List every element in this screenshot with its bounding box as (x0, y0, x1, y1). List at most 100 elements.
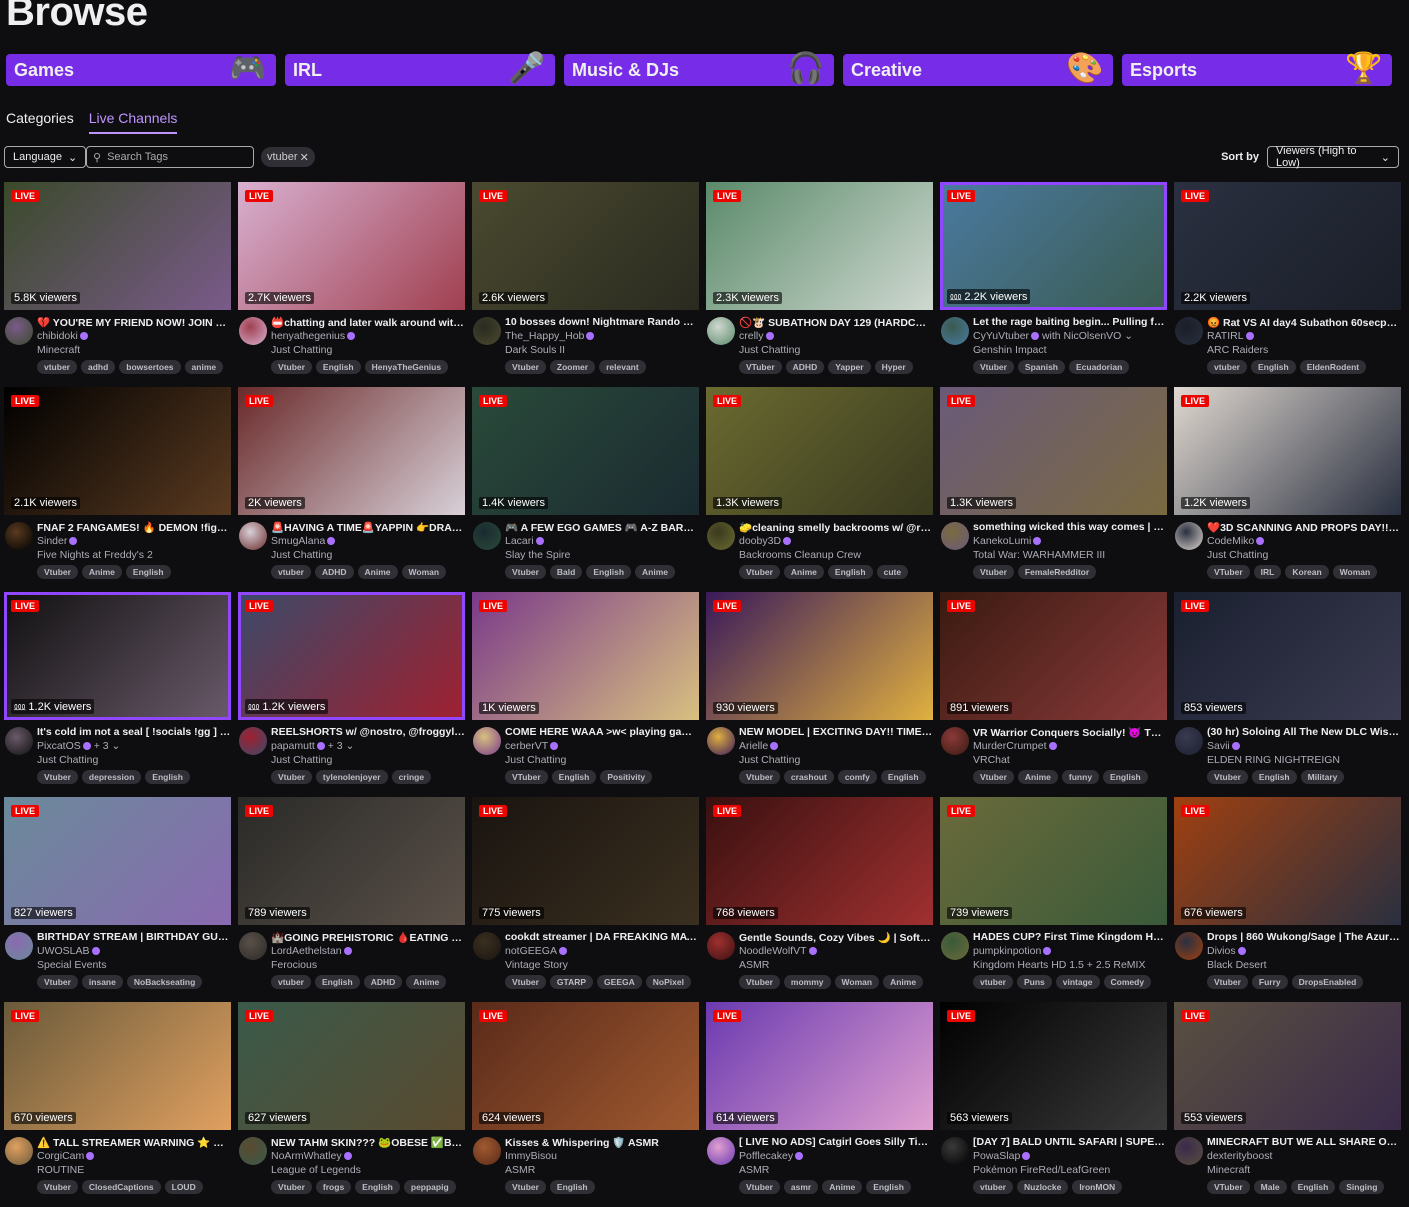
tag[interactable]: English (1250, 360, 1296, 374)
stream-title[interactable]: 💔 YOU'RE MY FRIEND NOW! JOIN US! ... (37, 316, 231, 329)
game-category[interactable]: Pokémon FireRed/LeafGreen (973, 1164, 1110, 1176)
search-tags-input[interactable]: ⚲ Search Tags (86, 146, 254, 168)
avatar[interactable] (707, 317, 735, 345)
stream-thumbnail[interactable]: LIVE 1K viewers (472, 592, 699, 720)
stream-title[interactable]: FNAF 2 FANGAMES! 🔥 DEMON !figure ... (37, 521, 231, 534)
channel-name[interactable]: Divios (1207, 945, 1246, 957)
stream-title[interactable]: Drops | 860 Wukong/Sage | The Azure ... (1207, 931, 1401, 943)
tag[interactable]: Zoomer (549, 360, 596, 374)
tag[interactable]: Positivity (600, 770, 653, 784)
stream-thumbnail[interactable]: LIVE 1.2K viewers (1174, 387, 1401, 515)
avatar[interactable] (5, 317, 33, 345)
avatar[interactable] (1175, 522, 1203, 550)
game-category[interactable]: ASMR (505, 1164, 535, 1176)
channel-name[interactable]: CyYuVtuber with NicOlsenVO ⌄ (973, 330, 1133, 342)
stream-thumbnail[interactable]: LIVE 614 viewers (706, 1002, 933, 1130)
category-creative[interactable]: Creative 🎨 (843, 52, 1113, 86)
stream-thumbnail[interactable]: LIVE 2.6K viewers (472, 182, 699, 310)
channel-extra[interactable]: with NicOlsenVO ⌄ (1042, 330, 1133, 342)
stream-title[interactable]: 🎮 A FEW EGO GAMES 🎮 A-Z BARD S... (505, 521, 699, 534)
avatar[interactable] (707, 522, 735, 550)
stream-title[interactable]: HADES CUP? First Time Kingdom Hear... (973, 931, 1167, 943)
stream-thumbnail[interactable]: LIVE 624 viewers (472, 1002, 699, 1130)
avatar[interactable] (5, 727, 33, 755)
tag[interactable]: adhd (80, 360, 116, 374)
tag[interactable]: LOUD (164, 1180, 203, 1194)
tag[interactable]: Vtuber (739, 1180, 780, 1194)
tag[interactable]: Hyper (874, 360, 913, 374)
channel-name[interactable]: NoodleWolfVT (739, 945, 817, 957)
tag[interactable]: EldenRodent (1299, 360, 1367, 374)
tag[interactable]: Vtuber (37, 1180, 78, 1194)
stream-title[interactable]: 😡 Rat VS AI day4 Subathon 60secper... (1207, 316, 1401, 329)
tag[interactable]: ADHD (363, 975, 403, 989)
tag[interactable]: IronMON (1072, 1180, 1123, 1194)
tag[interactable]: English (145, 770, 190, 784)
avatar[interactable] (239, 727, 267, 755)
tag[interactable]: Bald (549, 565, 583, 579)
channel-name[interactable]: Savii (1207, 740, 1240, 752)
tag[interactable]: Singing (1339, 1180, 1385, 1194)
avatar[interactable] (941, 1137, 969, 1165)
tag[interactable]: Anime (406, 975, 447, 989)
tag[interactable]: NoBackseating (126, 975, 203, 989)
tag[interactable]: Vtuber (505, 1180, 546, 1194)
tag[interactable]: vtuber (271, 975, 311, 989)
tag[interactable]: Vtuber (1207, 975, 1248, 989)
stream-thumbnail[interactable]: LIVE 827 viewers (4, 797, 231, 925)
avatar[interactable] (707, 727, 735, 755)
channel-name[interactable]: cerberVT (505, 740, 559, 752)
tag[interactable]: Anime (357, 565, 398, 579)
stream-title[interactable]: 🚨HAVING A TIME🚨YAPPIN 👉DRAM... (271, 521, 465, 534)
channel-name[interactable]: dexterityboost (1207, 1150, 1272, 1162)
avatar[interactable] (473, 317, 501, 345)
stream-thumbnail[interactable]: LIVE 1.3K viewers (706, 387, 933, 515)
stream-title[interactable]: cookdt streamer | DA FREAKING MAYO... (505, 931, 699, 943)
stream-title[interactable]: It's cold im not a seal [ !socials !gg ]… (37, 726, 231, 738)
tag[interactable]: Vtuber (505, 565, 546, 579)
stream-title[interactable]: [DAY 7] BALD UNTIL SAFARI | SUPER K... (973, 1136, 1167, 1148)
avatar[interactable] (5, 932, 33, 960)
channel-name[interactable]: papamutt + 3 ⌄ (271, 740, 354, 752)
tag[interactable]: Puns (1016, 975, 1052, 989)
stream-title[interactable]: MINECRAFT BUT WE ALL SHARE ONE I... (1207, 1136, 1401, 1148)
stream-title[interactable]: ❤️3D SCANNING AND PROPS DAY!! W... (1207, 521, 1401, 534)
stream-title[interactable]: something wicked this way comes | #s... (973, 521, 1167, 533)
channel-name[interactable]: Arielle (739, 740, 779, 752)
tag[interactable]: tylenolenjoyer (315, 770, 388, 784)
sort-dropdown[interactable]: Viewers (High to Low) ⌄ (1267, 145, 1399, 169)
game-category[interactable]: ASMR (739, 1164, 769, 1176)
tag[interactable]: Vtuber (1207, 770, 1248, 784)
tag[interactable]: Ecuadorian (1068, 360, 1130, 374)
stream-thumbnail[interactable]: LIVE 775 viewers (472, 797, 699, 925)
game-category[interactable]: Total War: WARHAMMER III (973, 549, 1105, 561)
tag[interactable]: Vtuber (973, 360, 1014, 374)
avatar[interactable] (941, 522, 969, 550)
stream-title[interactable]: Gentle Sounds, Cozy Vibes 🌙 | Soft S... (739, 931, 933, 944)
tag[interactable]: Vtuber (973, 565, 1014, 579)
tag[interactable]: Vtuber (37, 565, 78, 579)
channel-name[interactable]: dooby3D (739, 535, 792, 547)
game-category[interactable]: Kingdom Hearts HD 1.5 + 2.5 ReMIX (973, 959, 1145, 971)
tag[interactable]: vtuber (1207, 360, 1247, 374)
avatar[interactable] (707, 932, 735, 960)
tag[interactable]: Vtuber (739, 565, 780, 579)
channel-name[interactable]: crelly (739, 330, 774, 342)
tag[interactable]: Furry (1251, 975, 1288, 989)
game-category[interactable]: Special Events (37, 959, 106, 971)
avatar[interactable] (473, 932, 501, 960)
tag[interactable]: comfy (837, 770, 877, 784)
tag[interactable]: depression (81, 770, 142, 784)
stream-title[interactable]: NEW TAHM SKIN??? 🐸OBESE ✅BRAIN... (271, 1136, 465, 1149)
stream-title[interactable]: REELSHORTS w/ @nostro, @froggyloc... (271, 726, 465, 738)
tag[interactable]: English (1251, 770, 1297, 784)
game-category[interactable]: League of Legends (271, 1164, 361, 1176)
tag[interactable]: English (551, 770, 597, 784)
game-category[interactable]: Five Nights at Freddy's 2 (37, 549, 153, 561)
category-irl[interactable]: IRL 🎤 (285, 52, 555, 86)
tag[interactable]: VTuber (505, 770, 548, 784)
avatar[interactable] (707, 1137, 735, 1165)
tag[interactable]: HenyaTheGenius (364, 360, 449, 374)
tag[interactable]: Anime (883, 975, 924, 989)
channel-name[interactable]: notGEEGA (505, 945, 567, 957)
